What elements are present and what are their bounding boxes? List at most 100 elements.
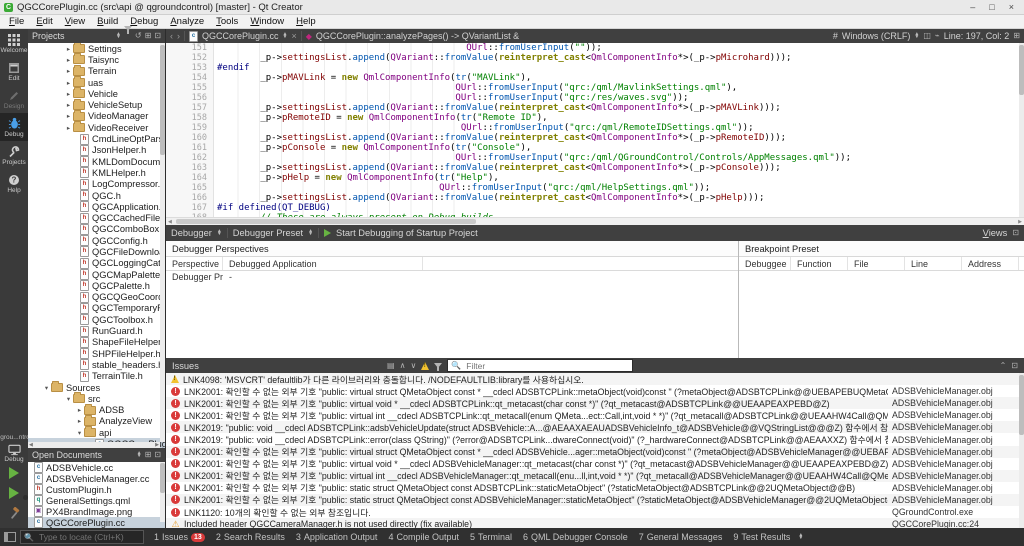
- menu-analyze[interactable]: Analyze: [165, 16, 209, 27]
- tree-item[interactable]: h QGCApplication.h: [28, 201, 165, 213]
- perspective-combo-icon[interactable]: ▲ ▼: [308, 228, 313, 237]
- open-document-item[interactable]: c ADSBVehicleManager.cc: [28, 473, 165, 484]
- tree-item[interactable]: hKMLDomDocument.h: [28, 156, 165, 168]
- panel-combo-icon[interactable]: ▲ ▼: [116, 31, 121, 40]
- perspectives-column[interactable]: Perspective: [166, 257, 223, 270]
- issue-row[interactable]: ! LNK2001: 확인할 수 없는 외부 기호 "public: virtua…: [166, 385, 1024, 397]
- editor-horizontal-scrollbar[interactable]: ◀ ▶: [166, 217, 1024, 225]
- perspectives-column[interactable]: Debugged Application: [223, 257, 423, 270]
- tree-item[interactable]: h QGC.h: [28, 190, 165, 201]
- menu-window[interactable]: Window: [245, 16, 289, 27]
- tree-item[interactable]: ▸ Vehicle: [28, 87, 165, 99]
- tree-expand-icon[interactable]: ▸: [64, 56, 73, 64]
- minimize-button[interactable]: –: [970, 2, 975, 12]
- tree-expand-icon[interactable]: ▸: [64, 101, 73, 109]
- mode-item-help[interactable]: ? Help: [0, 169, 28, 197]
- next-item-icon[interactable]: ∨: [410, 361, 416, 370]
- forward-icon[interactable]: ›: [177, 31, 180, 41]
- tree-item[interactable]: hCmdLineOptParser.h: [28, 133, 165, 145]
- tree-expand-icon[interactable]: ▸: [64, 45, 73, 53]
- mode-item-projects[interactable]: Projects: [0, 141, 28, 169]
- previous-item-icon[interactable]: ∧: [400, 361, 406, 370]
- close-button[interactable]: ×: [1009, 2, 1014, 12]
- tree-expand-icon[interactable]: ▾: [42, 384, 51, 392]
- tree-item[interactable]: h QGCComboBox.h: [28, 223, 165, 235]
- tree-item[interactable]: ▸ Taisync: [28, 53, 165, 65]
- locator-input[interactable]: [36, 531, 140, 543]
- tree-item[interactable]: ▸ VideoManager: [28, 109, 165, 122]
- tree-item[interactable]: ▾ src: [28, 392, 165, 404]
- tree-item[interactable]: hQGCLoggingCategory.h: [28, 257, 165, 269]
- line-ending-combo-icon[interactable]: ▲ ▼: [914, 31, 919, 40]
- open-documents-scrollbar[interactable]: [160, 462, 165, 522]
- tree-expand-icon[interactable]: ▸: [64, 124, 73, 132]
- debug-run-button[interactable]: [9, 487, 28, 500]
- issue-row[interactable]: ! LNK2019: "public: void __cdecl ADSBTCPL…: [166, 433, 1024, 445]
- issue-row[interactable]: ⚠ Included header QGCCameraManager.h is n…: [166, 518, 1024, 528]
- sync-icon[interactable]: ↺: [135, 31, 142, 41]
- split-panel-icon[interactable]: ⊡: [154, 31, 161, 41]
- issue-row[interactable]: ! LNK2001: 확인할 수 없는 외부 기호 "public: virtua…: [166, 445, 1024, 458]
- views-menu[interactable]: Views: [983, 228, 1008, 238]
- menu-build[interactable]: Build: [92, 16, 123, 27]
- tree-expand-icon[interactable]: ▸: [64, 112, 73, 120]
- tree-item[interactable]: ▸ VideoReceiver: [28, 121, 165, 133]
- sidebar-toggle-icon[interactable]: [4, 532, 16, 542]
- issue-row[interactable]: ! LNK2001: 확인할 수 없는 외부 기호 "public: virtua…: [166, 409, 1024, 421]
- menu-edit[interactable]: Edit: [31, 16, 57, 27]
- split-editor-icon[interactable]: ⊞: [1013, 31, 1020, 41]
- output-tab-terminal[interactable]: 5 Terminal: [470, 532, 512, 542]
- issue-row[interactable]: ! LNK2001: 확인할 수 없는 외부 기호 "public: static…: [166, 482, 1024, 494]
- issues-scrollbar[interactable]: [1019, 373, 1024, 528]
- tree-item[interactable]: h SHPFileHelper.h: [28, 348, 165, 360]
- output-tab-compile-output[interactable]: 4 Compile Output: [388, 532, 459, 542]
- tree-item[interactable]: h TerrainTile.h: [28, 370, 165, 382]
- issues-filter-input[interactable]: [464, 359, 630, 372]
- breakpoints-column[interactable]: Debuggee: [739, 257, 791, 270]
- maximize-panel-icon[interactable]: ⌃: [1000, 361, 1007, 370]
- tree-item[interactable]: ▾ Sources: [28, 381, 165, 393]
- show-warnings-icon[interactable]: [421, 361, 430, 370]
- issue-row[interactable]: ! LNK1120: 10개의 확인할 수 없는 외부 참조입니다. QGround…: [166, 506, 1024, 518]
- tree-expand-icon[interactable]: ▾: [64, 395, 73, 403]
- split-panel-icon[interactable]: ⊡: [154, 450, 161, 460]
- menu-tools[interactable]: Tools: [211, 16, 243, 27]
- start-debugging-icon[interactable]: [324, 229, 332, 237]
- back-icon[interactable]: ‹: [170, 31, 173, 41]
- start-debugging-label[interactable]: Start Debugging of Startup Project: [336, 228, 478, 238]
- debugger-select[interactable]: Debugger: [171, 228, 212, 238]
- mode-item-welcome[interactable]: Welcome: [0, 29, 28, 57]
- open-document-item[interactable]: c QGCCorePlugin.cc: [28, 517, 165, 528]
- tree-item[interactable]: h QGCConfig.h: [28, 235, 165, 247]
- kit-selector-icon[interactable]: [7, 443, 21, 456]
- projects-panel-title[interactable]: Projects: [32, 31, 113, 41]
- tree-expand-icon[interactable]: ▾: [75, 429, 84, 437]
- document-tab[interactable]: QGCCorePlugin.cc: [202, 31, 279, 41]
- panel-menu-icon[interactable]: ⊡: [1012, 228, 1019, 238]
- tree-item[interactable]: hQGCTemporaryFile.h: [28, 302, 165, 314]
- editor-settings-icon[interactable]: ◫: [923, 31, 931, 41]
- open-documents-title[interactable]: Open Documents: [32, 450, 134, 460]
- run-button[interactable]: [9, 467, 19, 479]
- tree-item[interactable]: ▾ api: [28, 426, 165, 438]
- open-document-item[interactable]: ▣ PX4BrandImage.png: [28, 506, 165, 517]
- issue-row[interactable]: LNK4098: 'MSVCRT' defaultlib가 다른 라이브러리와 …: [166, 373, 1024, 386]
- perspective-select[interactable]: Debugger Preset: [233, 228, 303, 238]
- tree-horizontal-scrollbar[interactable]: ◀ ▶: [28, 442, 160, 448]
- perspectives-row[interactable]: Debugger Pres...-: [166, 271, 738, 283]
- tree-item[interactable]: h stable_headers.h: [28, 359, 165, 371]
- tree-item[interactable]: ▸ ADSB: [28, 403, 165, 416]
- build-button[interactable]: [8, 507, 21, 520]
- menu-file[interactable]: File: [4, 16, 29, 27]
- debugger-combo-icon[interactable]: ▲ ▼: [217, 228, 222, 237]
- tree-expand-icon[interactable]: ▸: [64, 79, 73, 87]
- line-ending-select[interactable]: Windows (CRLF): [842, 31, 911, 41]
- tree-expand-icon[interactable]: ▸: [64, 67, 73, 75]
- tree-item[interactable]: h RunGuard.h: [28, 325, 165, 337]
- output-panes-combo-icon[interactable]: ▲ ▼: [798, 532, 803, 541]
- tree-item[interactable]: ▸ VehicleSetup: [28, 98, 165, 110]
- maximize-button[interactable]: □: [989, 2, 994, 12]
- tree-item[interactable]: hQGCCachedFileDownload.h: [28, 212, 165, 224]
- breakpoints-column[interactable]: Line: [905, 257, 962, 270]
- issue-row[interactable]: ! LNK2019: "public: void __cdecl ADSBTCPL…: [166, 421, 1024, 434]
